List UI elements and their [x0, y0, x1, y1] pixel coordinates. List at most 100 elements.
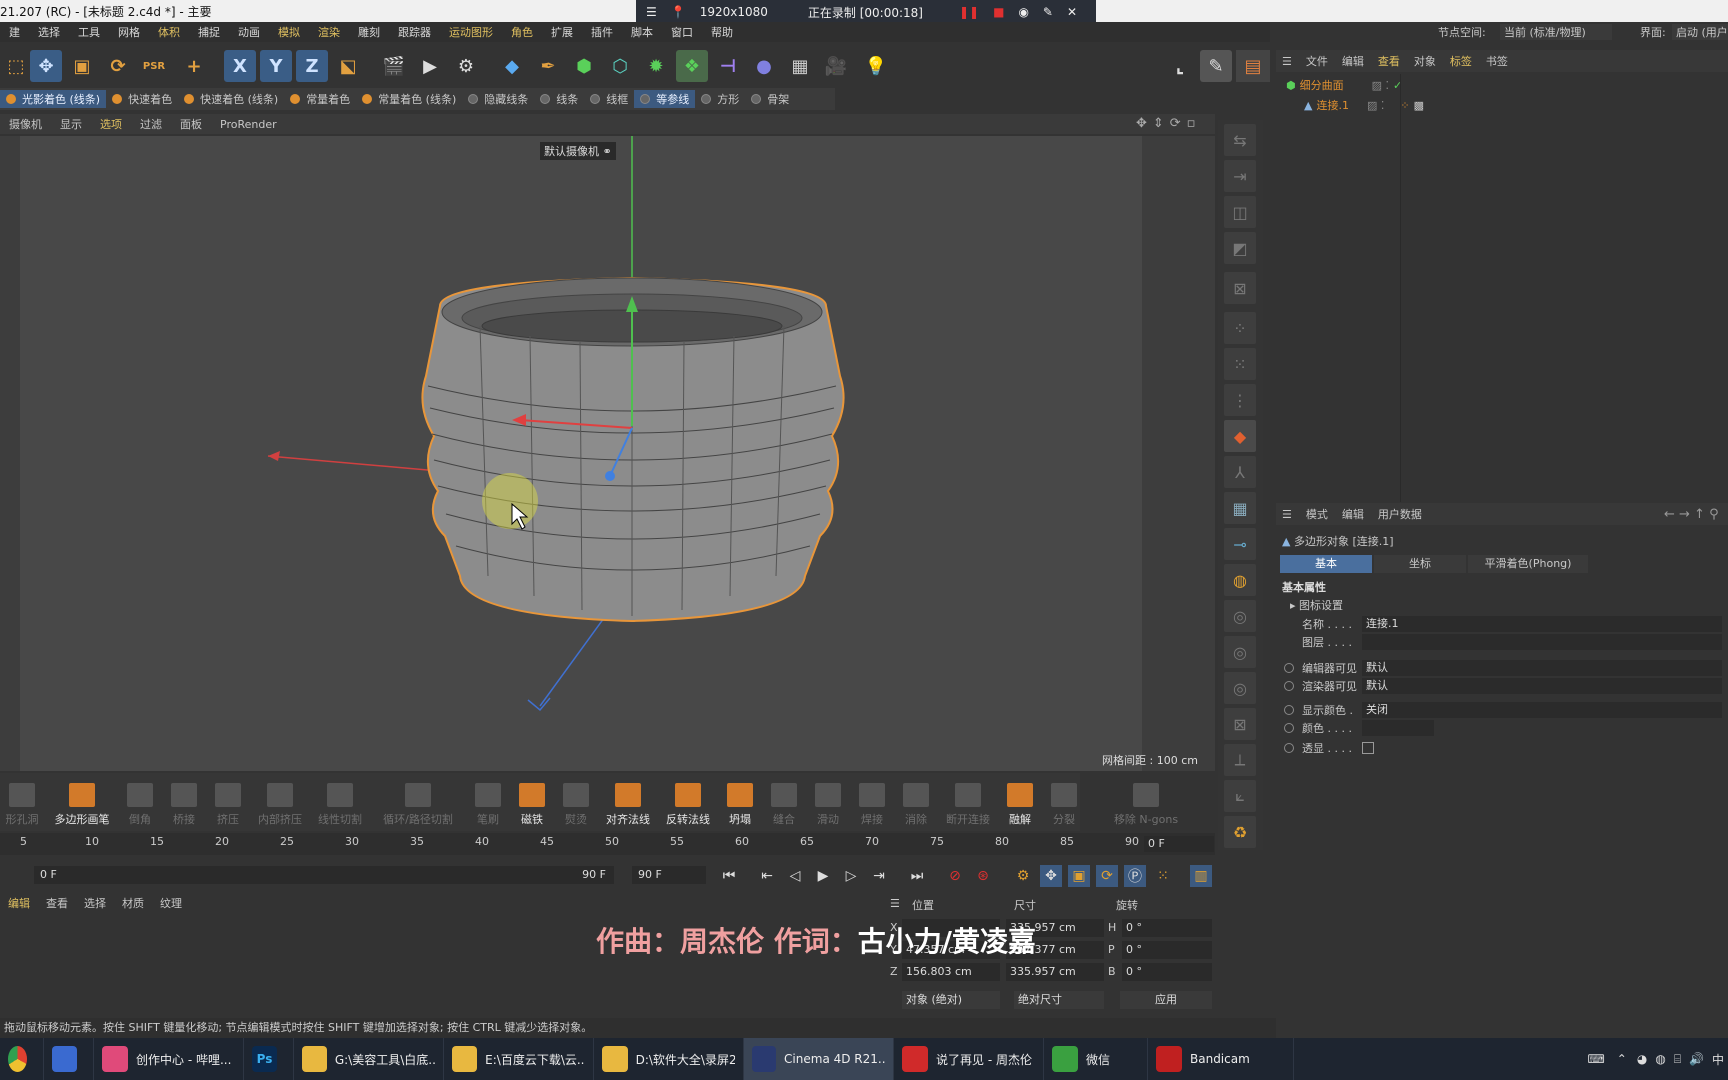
- animate-radio[interactable]: [1284, 723, 1294, 733]
- hamburger-icon[interactable]: ☰: [1282, 508, 1292, 521]
- poly-tool-button[interactable]: 磁铁: [512, 779, 552, 829]
- render-region-icon[interactable]: 🎬: [378, 50, 410, 82]
- rotation-p-field[interactable]: 0 °: [1122, 941, 1212, 959]
- taskbar-app[interactable]: D:\软件大全\录屏2: [594, 1038, 744, 1080]
- floor-icon[interactable]: ▦: [784, 50, 816, 82]
- network-icon[interactable]: ⌸: [1674, 1052, 1681, 1067]
- key-position-icon[interactable]: ✥: [1040, 865, 1062, 887]
- taskbar-app[interactable]: 微信: [1044, 1038, 1148, 1080]
- poly-tool-button[interactable]: 形孔洞: [0, 779, 44, 829]
- 3d-viewport[interactable]: [0, 136, 1215, 771]
- pause-icon[interactable]: ❚❚: [959, 5, 979, 19]
- menu-item[interactable]: 网格: [109, 24, 149, 40]
- mode-icon-3[interactable]: ◫: [1224, 196, 1256, 228]
- menu-item[interactable]: 选择: [29, 24, 69, 40]
- menu-item[interactable]: 窗口: [662, 24, 702, 40]
- texture-mode-icon[interactable]: ▦: [1224, 492, 1256, 524]
- poly-tool-button[interactable]: 消除: [896, 779, 936, 829]
- display-mode-4[interactable]: 常量着色 (线条): [356, 90, 462, 108]
- poly-tool-button[interactable]: 坍塌: [720, 779, 760, 829]
- render-view-icon[interactable]: ▶: [414, 50, 446, 82]
- menu-item[interactable]: 建: [0, 24, 29, 40]
- model-mode-icon[interactable]: ◆: [1224, 420, 1256, 452]
- poly-tool-button[interactable]: 分裂: [1044, 779, 1084, 829]
- go-to-start-icon[interactable]: ⏮: [718, 865, 740, 887]
- poly-tool-button[interactable]: 移除 N-gons: [1088, 779, 1204, 829]
- mode-icon-2[interactable]: ⇥: [1224, 160, 1256, 192]
- menu-item[interactable]: 体积: [149, 24, 189, 40]
- color-swatch[interactable]: [1362, 720, 1434, 736]
- display-mode-2[interactable]: 快速着色 (线条): [178, 90, 284, 108]
- poly-tool-button[interactable]: 内部挤压: [252, 779, 308, 829]
- display-mode-6[interactable]: 线条: [534, 90, 584, 108]
- layout-icon-2[interactable]: ✎: [1200, 50, 1232, 82]
- display-mode-3[interactable]: 常量着色: [284, 90, 356, 108]
- poly-tool-button[interactable]: 缝合: [764, 779, 804, 829]
- tag-icon[interactable]: ⁘: [1400, 99, 1409, 112]
- menu-item[interactable]: 工具: [69, 24, 109, 40]
- material-menu-item[interactable]: 查看: [38, 895, 76, 911]
- object-manager-menu-item[interactable]: 文件: [1306, 53, 1328, 69]
- material-tag-icon[interactable]: ▩: [1414, 99, 1424, 112]
- display-mode-8[interactable]: 等参线: [634, 90, 696, 108]
- mode-icon-5[interactable]: ⊠: [1224, 272, 1256, 304]
- psr-icon[interactable]: PSR: [138, 50, 170, 82]
- camera-icon[interactable]: ◉: [1018, 5, 1028, 19]
- gizmo-z-handle[interactable]: [605, 471, 615, 481]
- attribute-menu-item[interactable]: 模式: [1306, 506, 1328, 522]
- object-manager-menu-item[interactable]: 标签: [1450, 53, 1472, 69]
- menu-item[interactable]: 脚本: [622, 24, 662, 40]
- deformer-icon[interactable]: ⊣: [712, 50, 744, 82]
- menu-item[interactable]: 渲染: [309, 24, 349, 40]
- mode-icon-15[interactable]: ◎: [1224, 636, 1256, 668]
- material-menu-item[interactable]: 材质: [114, 895, 152, 911]
- camera-object-icon[interactable]: 🎥: [820, 50, 852, 82]
- taskbar-app[interactable]: 创作中心 - 哔哩...: [94, 1038, 244, 1080]
- layout-icon-1[interactable]: ⌞: [1164, 50, 1196, 82]
- viewport-menu-item[interactable]: 选项: [91, 116, 131, 132]
- go-to-end-icon[interactable]: ⏭: [906, 865, 928, 887]
- tray-expand-icon[interactable]: ⌃: [1617, 1052, 1627, 1066]
- viewport-menu-item[interactable]: 显示: [51, 116, 91, 132]
- apply-button[interactable]: 应用: [1120, 991, 1212, 1009]
- animate-radio[interactable]: [1284, 663, 1294, 673]
- mode-icon-17[interactable]: ⊠: [1224, 708, 1256, 740]
- z-axis-button[interactable]: Z: [296, 50, 328, 82]
- mode-icon-4[interactable]: ◩: [1224, 232, 1256, 264]
- attribute-menu-item[interactable]: 编辑: [1342, 506, 1364, 522]
- current-frame-field[interactable]: 0 F: [1144, 836, 1214, 852]
- menu-item[interactable]: 插件: [582, 24, 622, 40]
- menu-item[interactable]: 跟踪器: [389, 24, 440, 40]
- poly-tool-button[interactable]: 反转法线: [660, 779, 716, 829]
- photoshop-icon[interactable]: Ps: [244, 1038, 294, 1080]
- key-rotation-icon[interactable]: ⟳: [1096, 865, 1118, 887]
- ime-icon[interactable]: 中: [1712, 1051, 1724, 1068]
- nav-arrows-icon[interactable]: ← → ↑ ⚲: [1664, 507, 1719, 522]
- poly-tool-button[interactable]: 桥接: [164, 779, 204, 829]
- rotate-tool-icon[interactable]: ⟳: [102, 50, 134, 82]
- mode-icon-18[interactable]: ⟂: [1224, 744, 1256, 776]
- keyboard-icon[interactable]: ⌨: [1587, 1052, 1604, 1066]
- rotation-b-field[interactable]: 0 °: [1122, 963, 1212, 981]
- menu-item[interactable]: 角色: [502, 24, 542, 40]
- select-tool-icon[interactable]: ⬚: [0, 50, 32, 82]
- poly-tool-button[interactable]: 挤压: [208, 779, 248, 829]
- mode-icon-1[interactable]: ⇆: [1224, 124, 1256, 156]
- menu-item[interactable]: 雕刻: [349, 24, 389, 40]
- taskbar-app[interactable]: 说了再见 - 周杰伦: [894, 1038, 1044, 1080]
- hamburger-icon[interactable]: ☰: [1282, 55, 1292, 68]
- menu-item[interactable]: 扩展: [542, 24, 582, 40]
- object-row-subdivision[interactable]: ⬢ 细分曲面 ▨ ⁚ ✓: [1286, 76, 1402, 94]
- key-param-icon[interactable]: Ⓟ: [1124, 865, 1146, 887]
- poly-tool-button[interactable]: 断开连接: [940, 779, 996, 829]
- play-icon[interactable]: ▶: [812, 865, 834, 887]
- viewport-menu-item[interactable]: 过滤: [131, 116, 171, 132]
- object-manager-menu-item[interactable]: 查看: [1378, 53, 1400, 69]
- menu-icon[interactable]: ☰: [646, 5, 657, 19]
- poly-tool-button[interactable]: 熨烫: [556, 779, 596, 829]
- keyframe-sel-icon[interactable]: ⚙: [1012, 865, 1034, 887]
- light-icon[interactable]: 💡: [860, 50, 892, 82]
- viewport-menu-item[interactable]: 摄像机: [0, 116, 51, 132]
- display-mode-5[interactable]: 隐藏线条: [462, 90, 534, 108]
- subdivision-icon[interactable]: ⬢: [568, 50, 600, 82]
